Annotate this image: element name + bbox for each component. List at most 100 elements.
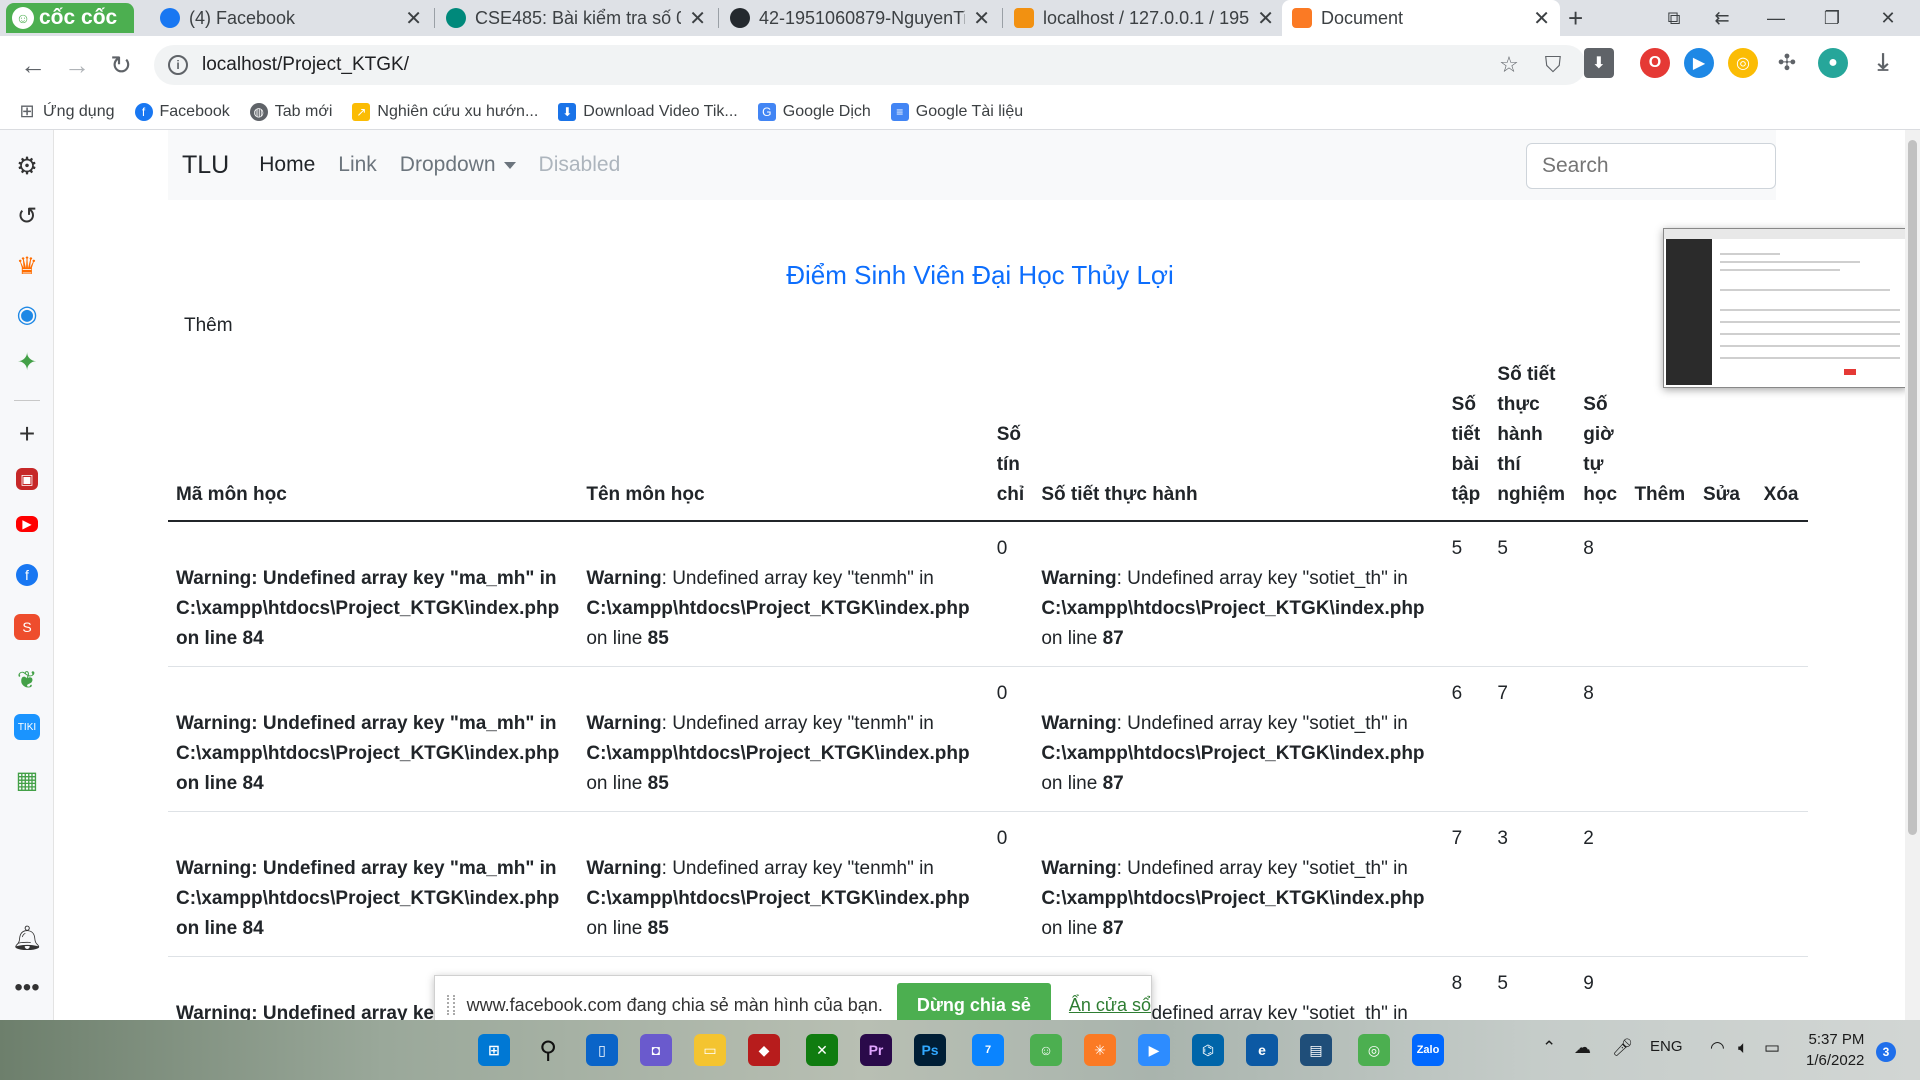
navbar-brand[interactable]: TLU: [182, 151, 229, 180]
vscode-icon[interactable]: ⌬: [1192, 1034, 1224, 1066]
close-tab-icon[interactable]: ✕: [973, 6, 990, 31]
coccoc-taskbar-icon[interactable]: ☺: [1030, 1034, 1062, 1066]
scrollbar-thumb[interactable]: [1908, 140, 1917, 835]
facebook-icon[interactable]: f: [16, 564, 38, 586]
xbox-icon[interactable]: ✕: [806, 1034, 838, 1066]
forward-button[interactable]: →: [60, 48, 94, 82]
xampp-taskbar-icon[interactable]: ✳: [1084, 1034, 1116, 1066]
header-ma-mh: Mã môn học: [176, 484, 287, 505]
bookmark-download-video[interactable]: ⬇ Download Video Tik...: [558, 102, 738, 121]
bookmark-star-icon[interactable]: ☆: [1494, 50, 1524, 80]
profile-avatar[interactable]: ●: [1818, 48, 1848, 78]
close-window-button[interactable]: ✕: [1866, 0, 1910, 36]
tab-github[interactable]: 42-1951060879-NguyenTi ✕: [720, 0, 1000, 36]
tray-chevron-icon[interactable]: ⌃: [1542, 1038, 1556, 1058]
nav-dropdown[interactable]: Dropdown: [400, 153, 516, 177]
teams-chat-icon[interactable]: ◘: [640, 1034, 672, 1066]
bookmark-facebook[interactable]: f Facebook: [134, 102, 230, 121]
crown-icon[interactable]: ♛: [11, 250, 43, 282]
coccoc-menu-button[interactable]: ☺ cốc cốc: [6, 3, 134, 33]
tab-cse485[interactable]: CSE485: Bài kiểm tra số 02 ✕: [436, 0, 716, 36]
nav-home-link[interactable]: Home: [259, 153, 315, 177]
photoshop-icon[interactable]: Ps: [914, 1034, 946, 1066]
cell-so-tiet-tn: 7: [1497, 683, 1508, 704]
app-red-icon[interactable]: ▣: [16, 468, 38, 490]
add-link[interactable]: Thêm: [184, 315, 233, 337]
tab-bar: ☺ cốc cốc (4) Facebook ✕ CSE485: Bài kiể…: [0, 0, 1920, 36]
zoom-icon[interactable]: ▶: [1138, 1034, 1170, 1066]
bookmark-apps[interactable]: ⊞ Ứng dụng: [18, 101, 115, 121]
premiere-pro-icon[interactable]: Pr: [860, 1034, 892, 1066]
close-tab-icon[interactable]: ✕: [1533, 6, 1550, 31]
bookmark-new-tab[interactable]: ◍ Tab mới: [249, 102, 332, 121]
sheets-icon[interactable]: ▦: [11, 764, 43, 796]
drag-handle-icon[interactable]: [447, 995, 455, 1015]
youtube-icon[interactable]: ▶: [16, 516, 38, 532]
file-explorer-icon[interactable]: ▭: [694, 1034, 726, 1066]
warning-line-number: 84: [242, 773, 264, 794]
tab-search-icon[interactable]: ⧉: [1652, 0, 1696, 36]
chrome-extension-icon[interactable]: ◎: [1728, 48, 1758, 78]
edge-icon[interactable]: e: [1246, 1034, 1278, 1066]
battery-icon[interactable]: ▭: [1764, 1038, 1780, 1058]
maximize-button[interactable]: ❐: [1810, 0, 1854, 36]
paint-icon[interactable]: ❦: [11, 664, 43, 696]
warning-message: : Undefined array key "ma_mh" in: [251, 568, 557, 589]
notification-count-badge[interactable]: 3: [1876, 1042, 1896, 1062]
video-extension-icon[interactable]: ▶: [1684, 48, 1714, 78]
reload-button[interactable]: ↻: [104, 48, 138, 82]
volume-icon[interactable]: 🔈︎: [1738, 1038, 1748, 1058]
screen-share-preview[interactable]: [1663, 228, 1905, 388]
site-info-icon[interactable]: i: [168, 55, 188, 75]
history-icon[interactable]: ↺: [11, 200, 43, 232]
settings-gear-icon[interactable]: ⚙: [11, 150, 43, 182]
bookmark-label: Google Tài liệu: [915, 102, 1024, 120]
notification-bell-icon[interactable]: 🔔︎: [11, 922, 43, 954]
cloud-icon[interactable]: ☁: [1574, 1038, 1591, 1058]
shopee-icon[interactable]: S: [14, 614, 40, 640]
search-input[interactable]: [1526, 143, 1776, 189]
game-app-icon[interactable]: ◆: [748, 1034, 780, 1066]
gamepad-icon[interactable]: ✦: [11, 346, 43, 378]
sql-icon[interactable]: ▤: [1300, 1034, 1332, 1066]
address-bar[interactable]: i localhost/Project_KTGK/ ☆ ⛉: [154, 45, 1586, 85]
tab-facebook[interactable]: (4) Facebook ✕: [150, 0, 432, 36]
tab-document[interactable]: Document ✕: [1282, 0, 1560, 36]
close-tab-icon[interactable]: ✕: [1257, 6, 1274, 31]
close-tab-icon[interactable]: ✕: [405, 6, 422, 31]
windows-start-icon[interactable]: ⊞: [478, 1034, 510, 1066]
language-indicator[interactable]: ENG: [1650, 1038, 1683, 1055]
opera-extension-icon[interactable]: O: [1640, 48, 1670, 78]
minimize-button[interactable]: —: [1754, 0, 1798, 36]
new-tab-button[interactable]: +: [1568, 0, 1583, 36]
zalo-icon[interactable]: Zalo: [1412, 1034, 1444, 1066]
messenger-icon[interactable]: ◉: [11, 298, 43, 330]
mail-icon[interactable]: 7: [972, 1034, 1004, 1066]
add-panel-icon[interactable]: +: [11, 418, 43, 450]
close-tab-icon[interactable]: ✕: [689, 6, 706, 31]
search-icon[interactable]: ⚲: [532, 1034, 564, 1066]
hide-window-link[interactable]: Ẩn cửa sổ: [1069, 995, 1151, 1016]
header-so-tin-chi: Số tín chỉ: [996, 424, 1025, 505]
tab-back-icon[interactable]: ⇇: [1700, 0, 1744, 36]
tab-phpmyadmin[interactable]: localhost / 127.0.0.1 / 1951 ✕: [1004, 0, 1284, 36]
taskbar-clock[interactable]: 5:37 PM 1/6/2022: [1806, 1029, 1864, 1071]
more-options-icon[interactable]: •••: [11, 972, 43, 1004]
bookmark-google-translate[interactable]: G Google Dịch: [757, 102, 871, 121]
download-arrow-icon[interactable]: ⬇: [1584, 48, 1614, 78]
bookmark-label: Ứng dụng: [43, 102, 115, 120]
downloads-icon[interactable]: ⤓: [1868, 48, 1898, 78]
shield-icon[interactable]: ⛉: [1538, 50, 1568, 80]
preview-titlebar: [1664, 229, 1905, 239]
wifi-icon[interactable]: ◠: [1710, 1038, 1725, 1058]
bookmark-google-docs[interactable]: ≡ Google Tài liệu: [890, 102, 1024, 121]
bookmark-trends[interactable]: ↗ Nghiên cứu xu hướn...: [352, 102, 538, 121]
back-button[interactable]: ←: [16, 48, 50, 82]
puzzle-extensions-icon[interactable]: ✣: [1772, 48, 1802, 78]
nav-link[interactable]: Link: [338, 153, 377, 177]
tiki-icon[interactable]: TIKI: [14, 714, 40, 740]
chrome-like-icon[interactable]: ◎: [1358, 1034, 1390, 1066]
page-scrollbar[interactable]: [1905, 130, 1920, 1020]
microphone-icon[interactable]: 🎤︎: [1612, 1038, 1634, 1058]
task-view-icon[interactable]: ▯: [586, 1034, 618, 1066]
